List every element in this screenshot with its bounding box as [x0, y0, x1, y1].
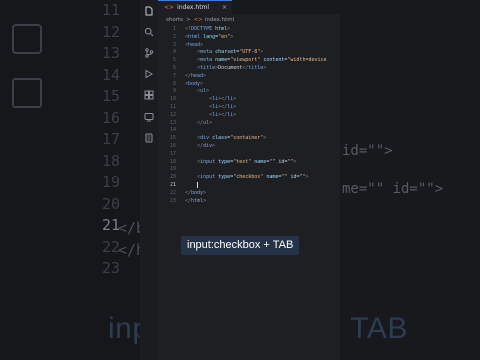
code-line: 20 <input type="checkbox" name="" id="">	[169, 174, 309, 181]
blurred-code-fragment: id="">	[342, 143, 393, 159]
code-line: 8 <body>	[172, 80, 204, 87]
code-line: 14	[169, 127, 176, 134]
code-line: 1 <!DOCTYPE html>	[172, 26, 231, 32]
extensions-icon[interactable]	[144, 90, 154, 100]
tab-bar: <> index.html ×	[158, 0, 340, 14]
code-line: 16 </div>	[169, 143, 216, 149]
files-icon[interactable]	[144, 6, 154, 16]
breadcrumb: shorts > <> index.html	[166, 17, 234, 23]
code-line-active: 21	[158, 182, 340, 190]
code-line: 7 </head>	[172, 72, 207, 79]
close-icon[interactable]: ×	[222, 1, 227, 14]
code-line: 12 <li></li>	[169, 111, 237, 118]
shortcut-caption: input:checkbox + TAB	[181, 236, 300, 255]
html-file-icon: <>	[193, 17, 203, 23]
code-line: 18 <input type="text" name="" id="">	[169, 158, 297, 165]
code-line: 2 <html lang="en">	[172, 33, 234, 40]
code-line: 19	[169, 166, 176, 173]
code-line: 22 </body>	[169, 189, 207, 196]
blurred-bookmark-icon	[12, 78, 42, 108]
editor-window: <> index.html × shorts > <> index.html 1 <!DO…	[140, 0, 340, 360]
search-icon[interactable]	[144, 27, 154, 37]
code-line: 23 </html>	[169, 197, 207, 204]
breadcrumb-separator: >	[186, 17, 191, 23]
code-editor[interactable]: 1 <!DOCTYPE html> 2 <html lang="en"> 3 <hea…	[158, 26, 340, 360]
code-line: 17	[169, 150, 176, 157]
code-line: 6 <title>Document</title>	[172, 65, 267, 71]
tab-label: index.html	[177, 4, 210, 11]
blurred-line-numbers: 11 12 13 14 15 16 17 18 19 20 21 22 23	[101, 1, 120, 277]
code-line: 13 </ul>	[169, 119, 213, 126]
remote-icon[interactable]	[144, 112, 154, 122]
bookmark-icon[interactable]	[144, 133, 154, 143]
run-debug-icon[interactable]	[144, 69, 154, 79]
code-line: 4 <meta charset="UTF-8">	[172, 49, 264, 56]
blurred-code-fragment: me="" id="">	[342, 181, 444, 197]
code-line: 9 <ul>	[172, 88, 210, 95]
code-line: 3 <head>	[172, 41, 204, 48]
blurred-remote-icon	[12, 24, 42, 54]
text-cursor	[197, 182, 199, 188]
activity-bar	[140, 0, 158, 360]
code-line: 11 <li></li>	[169, 104, 237, 110]
breadcrumb-file[interactable]: index.html	[205, 17, 234, 23]
html-file-icon: <>	[164, 4, 175, 11]
code-line: 5 <meta name="viewport" content="width=d…	[172, 57, 327, 64]
code-line: 10 <li></li>	[169, 96, 237, 103]
code-line: 15 <div class="container">	[169, 135, 267, 142]
tab-index-html[interactable]: <> index.html ×	[158, 0, 232, 14]
breadcrumb-folder[interactable]: shorts	[166, 17, 183, 23]
source-control-icon[interactable]	[144, 48, 154, 58]
